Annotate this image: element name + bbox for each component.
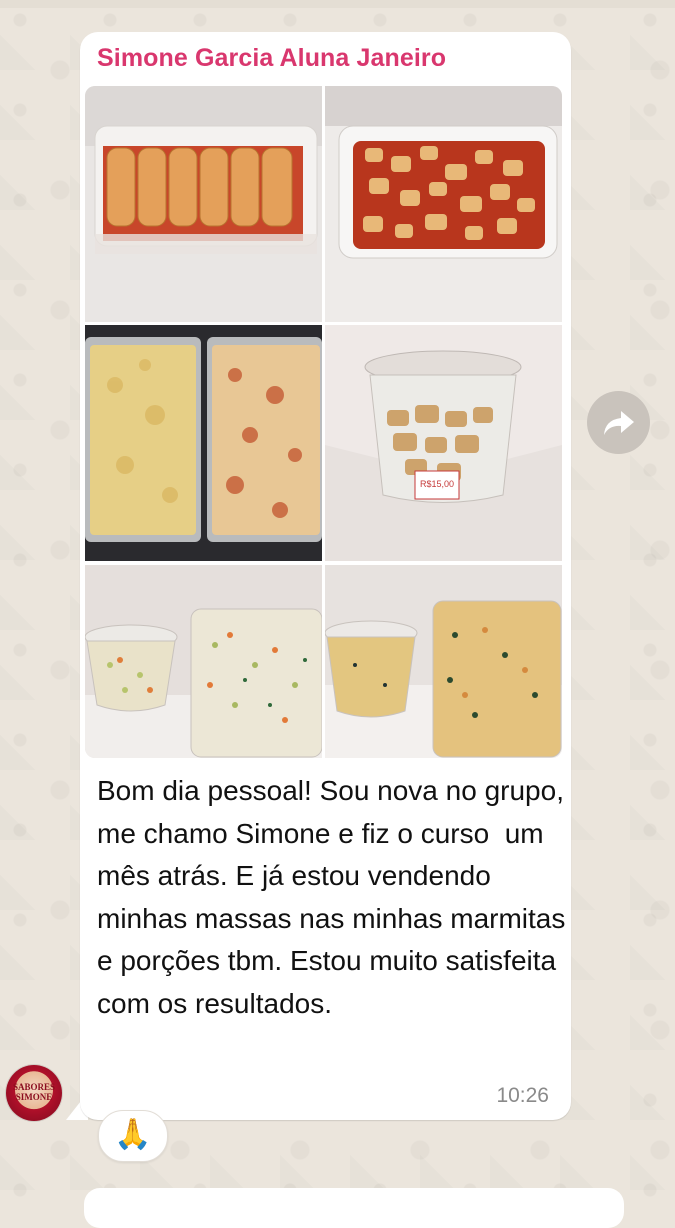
avatar-label-line2: SIMONE (15, 1092, 53, 1102)
reaction-emoji: 🙏 (114, 1118, 152, 1151)
photo-salad-containers-1[interactable] (85, 565, 322, 758)
photo-lasagna-trays[interactable] (85, 325, 322, 561)
next-message-bubble[interactable] (84, 1188, 624, 1228)
sender-avatar[interactable]: SABORES SIMONE (6, 1065, 62, 1121)
message-time: 10:26 (496, 1084, 549, 1107)
message-text[interactable]: Bom dia pessoal! Sou nova no grupo, me c… (97, 770, 567, 1025)
sender-name[interactable]: Simone Garcia Aluna Janeiro (97, 44, 446, 73)
price-tag: R$15,00 (420, 479, 454, 489)
top-divider (0, 0, 675, 8)
photo-gnocchi-sauce[interactable] (325, 86, 562, 322)
reaction-badge[interactable]: 🙏 (98, 1110, 168, 1162)
avatar-logo-icon: SABORES SIMONE (10, 1082, 58, 1102)
forward-button[interactable] (587, 391, 650, 454)
forward-arrow-icon (604, 411, 634, 435)
avatar-label-line1: SABORES (12, 1082, 56, 1092)
photo-pot-container[interactable]: R$15,00 (325, 325, 562, 561)
photo-salad-containers-2[interactable] (325, 565, 562, 758)
photo-grid[interactable]: R$15,00 (85, 86, 562, 758)
message-bubble[interactable]: Simone Garcia Aluna Janeiro R$15,00 Bom … (80, 32, 571, 1120)
photo-cannelloni[interactable] (85, 86, 322, 322)
